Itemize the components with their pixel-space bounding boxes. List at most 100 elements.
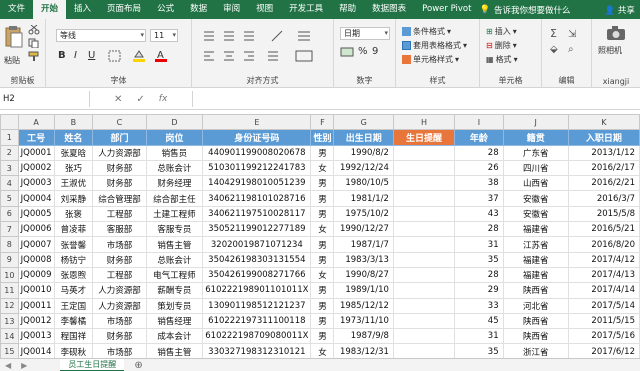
table-cell[interactable]: 财务部 — [92, 159, 147, 177]
row-header[interactable]: 7 — [0, 221, 19, 238]
table-cell[interactable]: 杨钫宁 — [53, 251, 94, 268]
table-cell[interactable]: 广东省 — [502, 144, 569, 161]
table-cell[interactable] — [392, 236, 456, 253]
table-cell[interactable]: 2017/4/12 — [567, 251, 640, 268]
cancel-icon[interactable]: ✕ — [114, 94, 122, 105]
table-cell[interactable]: 1973/11/10 — [333, 312, 394, 330]
column-header[interactable]: E — [202, 114, 312, 131]
table-cell[interactable]: 610222198709080011X — [202, 328, 312, 345]
table-cell[interactable]: 男 — [310, 190, 335, 207]
row-header[interactable]: 8 — [0, 236, 19, 253]
table-cell[interactable]: JQ0007 — [17, 236, 55, 253]
table-cell[interactable]: 1987/9/8 — [333, 328, 394, 345]
header-cell[interactable]: 身份证号码 — [202, 129, 312, 146]
table-cell[interactable]: 销售主管 — [145, 236, 204, 253]
format-cells-button[interactable]: ▦ 格式 ▾ — [486, 54, 518, 65]
currency-icon[interactable] — [340, 46, 354, 58]
table-cell[interactable]: 2017/4/14 — [567, 282, 640, 299]
font-name-combo[interactable]: 等线 ▾ — [56, 29, 146, 42]
table-cell[interactable]: 张巧 — [53, 159, 94, 177]
table-cell[interactable]: 610222197311100118 — [202, 312, 312, 330]
add-sheet-icon[interactable]: ⊕ — [134, 360, 142, 371]
header-cell[interactable]: 工号 — [17, 129, 55, 146]
table-cell[interactable]: 浙江省 — [502, 343, 569, 358]
table-cell[interactable] — [392, 190, 456, 207]
lightbulb-icon[interactable]: 💡 — [479, 5, 490, 15]
row-header[interactable]: 14 — [0, 328, 19, 345]
cut-icon[interactable] — [28, 25, 40, 35]
table-cell[interactable]: 财务部 — [92, 175, 147, 192]
column-header[interactable]: A — [17, 114, 55, 131]
table-cell[interactable]: 男 — [310, 312, 335, 330]
header-cell[interactable]: 籍贯 — [502, 129, 569, 146]
select-all-corner[interactable] — [0, 114, 19, 131]
paste-button[interactable]: 粘贴 — [4, 55, 20, 66]
table-cell[interactable]: 1983/12/31 — [333, 343, 394, 358]
underline-button[interactable]: U — [88, 50, 95, 61]
table-cell[interactable] — [392, 251, 456, 268]
table-cell[interactable]: 人力资源部 — [92, 297, 147, 314]
table-cell[interactable]: 28 — [454, 221, 504, 238]
table-cell[interactable]: 财务经理 — [145, 175, 204, 192]
share-button[interactable]: 👤 共享 — [605, 4, 635, 16]
table-cell[interactable]: 马英才 — [53, 282, 94, 299]
table-cell[interactable]: 32020019871071234 — [202, 236, 312, 253]
table-cell[interactable]: JQ0011 — [17, 297, 55, 314]
row-header[interactable]: 13 — [0, 312, 19, 330]
table-cell[interactable]: 男 — [310, 144, 335, 161]
table-cell[interactable]: 综合管理部 — [92, 190, 147, 207]
table-cell[interactable]: 电气工程师 — [145, 266, 204, 284]
table-cell[interactable]: 市场部 — [92, 236, 147, 253]
table-cell[interactable]: 程国祥 — [53, 328, 94, 345]
table-cell[interactable]: 340621197510028117 — [202, 205, 312, 223]
sheet-prev-icon[interactable]: ◀ — [0, 361, 16, 370]
fx-icon[interactable]: fx — [159, 94, 168, 104]
row-header[interactable]: 6 — [0, 205, 19, 223]
table-cell[interactable]: 2016/2/21 — [567, 175, 640, 192]
table-cell[interactable]: 350426198303131554 — [202, 251, 312, 268]
table-cell[interactable]: 1989/1/10 — [333, 282, 394, 299]
table-cell[interactable]: 1990/8/27 — [333, 266, 394, 284]
table-cell[interactable]: 2016/5/21 — [567, 221, 640, 238]
table-cell[interactable]: 350426199008271766 — [202, 266, 312, 284]
table-cell[interactable]: 31 — [454, 328, 504, 345]
table-cell[interactable]: 45 — [454, 312, 504, 330]
table-cell[interactable]: 张恩煦 — [53, 266, 94, 284]
percent-button[interactable]: % — [358, 46, 368, 57]
fill-color-icon[interactable] — [132, 49, 146, 63]
table-cell[interactable]: 1990/12/27 — [333, 221, 394, 238]
table-cell[interactable]: 综合部主任 — [145, 190, 204, 207]
table-cell[interactable]: 财务部 — [92, 328, 147, 345]
table-cell[interactable]: 女 — [310, 221, 335, 238]
table-cell[interactable]: 女 — [310, 159, 335, 177]
ribbon-tab[interactable]: 审阅 — [215, 0, 248, 19]
column-header[interactable]: B — [53, 114, 94, 131]
sheet-next-icon[interactable]: ▶ — [16, 361, 32, 370]
row-header[interactable]: 4 — [0, 175, 19, 192]
bold-button[interactable]: B — [58, 50, 66, 61]
table-cell[interactable]: 总账会计 — [145, 159, 204, 177]
table-cell[interactable]: 1985/12/12 — [333, 297, 394, 314]
table-cell[interactable]: 1975/10/2 — [333, 205, 394, 223]
table-cell[interactable]: 女 — [310, 266, 335, 284]
table-cell[interactable]: JQ0005 — [17, 205, 55, 223]
ribbon-tab[interactable]: 文件 — [0, 0, 33, 19]
table-cell[interactable]: 29 — [454, 282, 504, 299]
font-size-combo[interactable]: 11 ▾ — [150, 29, 178, 42]
ribbon-tab[interactable]: 数据 — [182, 0, 215, 19]
header-cell[interactable]: 出生日期 — [333, 129, 394, 146]
table-cell[interactable]: 2017/5/14 — [567, 297, 640, 314]
table-cell[interactable]: 37 — [454, 190, 504, 207]
table-cell[interactable]: 客服部 — [92, 221, 147, 238]
table-cell[interactable]: 陕西省 — [502, 328, 569, 345]
table-cell[interactable]: 2011/5/15 — [567, 312, 640, 330]
header-cell[interactable]: 部门 — [92, 129, 147, 146]
table-cell[interactable]: JQ0012 — [17, 312, 55, 330]
paste-icon[interactable] — [4, 25, 24, 51]
camera-icon[interactable] — [606, 25, 626, 41]
table-cell[interactable]: 35 — [454, 251, 504, 268]
delete-cells-button[interactable]: ⊟ 删除 ▾ — [486, 40, 517, 51]
table-cell[interactable]: 福建省 — [502, 251, 569, 268]
table-cell[interactable] — [392, 221, 456, 238]
table-cell[interactable]: 王定国 — [53, 297, 94, 314]
